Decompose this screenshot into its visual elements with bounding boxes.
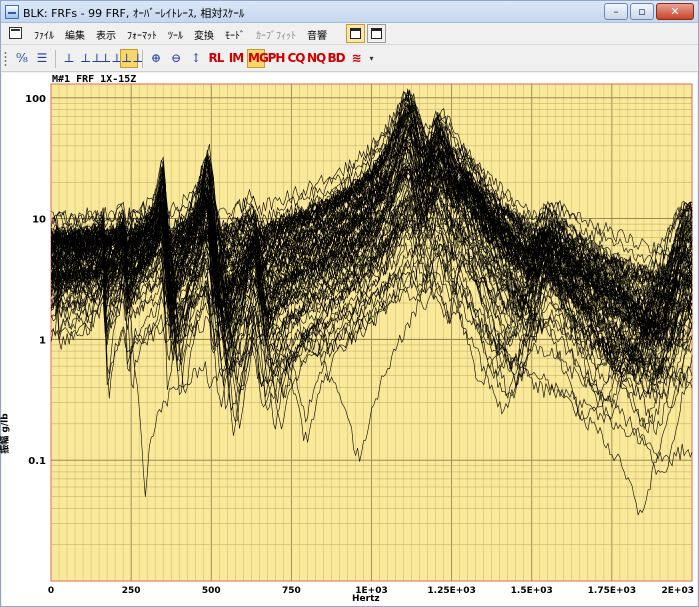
dual-cursor-tool[interactable]: ⊥⊥ [80,49,103,68]
band-cursor-tool[interactable]: ⊥⊥ [120,49,144,68]
frf-plot-window: M#1 FRF 1X-15Z 100 10 1 0.1 0 250 500 750 1E+03 1… [1,73,697,606]
menu-item-3[interactable]: ﾌｫｰﾏｯﾄ [127,27,157,42]
x-axis-label: Hertz [352,594,380,604]
restore-window-button[interactable] [367,24,386,43]
y-axis-label-text: 振幅 g/lb [0,413,11,454]
list-tool[interactable]: ☰ [33,49,51,68]
x-tick-label: 500 [202,586,221,596]
toolbar-buttons: ⁰⁄₈ ☰ ⊥ ⊥⊥ ⊥⊥ ⊥⊥ ⊕ ⊖ ↕ RL IM MG PH CQ NQ BD ≋ ▾ [13,49,376,68]
menu-bar: ﾌｧｲﾙ 編集 表示 ﾌｫｰﾏｯﾄ ﾂｰﾙ 変換 ﾓｰﾄﾞ ｶｰﾌﾞﾌｨｯﾄ 音響 [1,23,698,45]
frf-chart[interactable]: 1001010.10 250 500 750 1E+03 1.25E+03 1.5E+03 1… [2,73,697,606]
x-tick-label: 250 [122,586,141,596]
zoom-out-tool[interactable]: ⊖ [167,49,185,68]
toolbar: ⁰⁄₈ ☰ ⊥ ⊥⊥ ⊥⊥ ⊥⊥ ⊕ ⊖ ↕ RL IM MG PH CQ NQ BD ≋ ▾ [1,46,698,72]
nyquist-tool[interactable]: NQ [307,49,326,68]
bode-tool[interactable]: BD [327,49,345,68]
menu-item-0[interactable]: ﾌｧｲﾙ [34,27,54,42]
title-bar[interactable]: BLK: FRFs - 99 FRF, ｵｰﾊﾞｰﾚｲﾄﾚｰｽ, 相対ｽｹｰﾙ … [1,1,698,23]
single-cursor-tool[interactable]: ⊥ [60,49,78,68]
maximize-button[interactable]: ▫ [630,3,654,20]
zoom-in-tool[interactable]: ⊕ [147,49,165,68]
menu-item-6[interactable]: ﾓｰﾄﾞ [225,27,245,42]
phase-tool[interactable]: PH [267,49,286,68]
menu-item-5[interactable]: 変換 [194,27,214,42]
x-tick-label: 2E+03 [662,586,694,596]
coquad-tool[interactable]: CQ [287,49,305,68]
menu-item-4[interactable]: ﾂｰﾙ [168,27,183,42]
y-tick-label: 100 [25,94,46,105]
menu-item-7[interactable]: ｶｰﾌﾞﾌｨｯﾄ [256,27,296,42]
cursor-readout-tool[interactable]: ⁰⁄₈ [13,49,31,68]
tile-icon [350,28,361,39]
x-tick-label: 1.5E+03 [511,586,553,596]
y-tick-label: 1 [39,335,46,346]
restore-icon [371,28,382,39]
toolbar-overflow-icon[interactable]: ▾ [367,49,376,68]
y-tick-label: 10 [32,215,46,226]
menu-item-2[interactable]: 表示 [96,27,116,42]
menu-items: ﾌｧｲﾙ 編集 表示 ﾌｫｰﾏｯﾄ ﾂｰﾙ 変換 ﾓｰﾄﾞ ｶｰﾌﾞﾌｨｯﾄ 音響 [34,27,327,42]
toolbar-separator [55,49,56,68]
app-window: BLK: FRFs - 99 FRF, ｵｰﾊﾞｰﾚｲﾄﾚｰｽ, 相対ｽｹｰﾙ … [0,0,699,607]
toolbar-grip-icon[interactable] [4,51,7,67]
x-tick-label: 1.25E+03 [427,586,475,596]
maximize-icon: ▫ [638,5,646,18]
toolbar-separator [142,49,143,68]
imaginary-part-tool[interactable]: IM [227,49,245,68]
window-controls: – ▫ ✕ [604,3,694,20]
x-tick-label: 750 [282,586,301,596]
menu-item-8[interactable]: 音響 [307,27,327,42]
vertical-scale-tool[interactable]: ↕ [187,49,205,68]
tile-windows-button[interactable] [346,24,365,43]
window-layout-buttons [346,24,386,43]
y-axis-label: 振幅 g/lb [1,403,18,463]
minimize-icon: – [613,5,619,18]
x-tick-label: 0 [48,586,54,596]
menu-item-1[interactable]: 編集 [65,27,85,42]
overlay-traces-tool[interactable]: ≋ [347,49,365,68]
close-button[interactable]: ✕ [656,3,694,20]
app-icon [5,5,19,19]
window-title: BLK: FRFs - 99 FRF, ｵｰﾊﾞｰﾚｲﾄﾚｰｽ, 相対ｽｹｰﾙ [23,7,245,20]
x-tick-label: 1.75E+03 [588,586,636,596]
minimize-button[interactable]: – [604,3,628,20]
real-part-tool[interactable]: RL [207,49,225,68]
magnitude-tool[interactable]: MG [247,49,269,68]
y-tick-label: 0.1 [28,456,46,467]
peak-cursor-tool[interactable]: ⊥⊥ [100,49,123,68]
document-window-icon[interactable] [9,27,22,39]
close-icon: ✕ [670,5,680,18]
